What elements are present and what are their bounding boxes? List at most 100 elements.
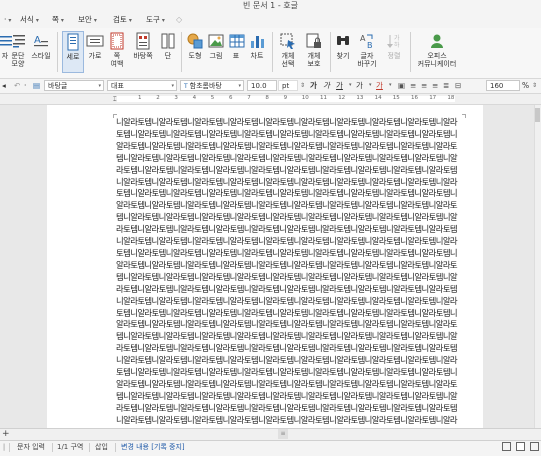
distribute-icon[interactable]: ≣ (443, 80, 449, 91)
vertical-page-icon (67, 33, 79, 51)
line-spacing-unit: % (522, 81, 530, 90)
page-corner-mark (462, 114, 466, 118)
ribbon-separator (181, 32, 182, 72)
vertical-scrollbar[interactable] (534, 105, 541, 428)
ribbon-master-page-button[interactable]: 바탕쪽 (130, 32, 156, 60)
align-justify-icon[interactable]: ▣ (398, 80, 405, 91)
align-right-icon[interactable]: ≡ (421, 80, 427, 91)
style-list-icon[interactable]: ▤ (33, 80, 40, 91)
status-input-mode[interactable]: 문자 입력 (17, 441, 45, 454)
ruler-number: 11 (320, 95, 327, 101)
office-communicator-icon (431, 34, 443, 48)
status-insert-mode[interactable]: 삽입 (95, 441, 108, 454)
ribbon-vertical-button[interactable]: 세로 (62, 31, 84, 73)
ribbon-separator (330, 32, 331, 72)
document-body-text[interactable]: 니알라토템니알라토템니알라토템니알라토템니알라토템니알라토템니알라토템니알라토템… (116, 117, 460, 426)
ribbon-picture-button[interactable]: 그림 (207, 32, 225, 60)
status-separator (9, 443, 10, 452)
status-separator (52, 443, 53, 452)
underline-dropdown-icon[interactable]: ▾ (349, 80, 352, 91)
horizontal-page-icon (86, 35, 104, 47)
menu-item-tools[interactable]: 도구 ▾ (146, 12, 165, 28)
ribbon-page-margin-button[interactable]: 쪽 여백 (107, 32, 127, 68)
ruler-number: 1 (138, 95, 142, 101)
paragraph-shape-icon (13, 35, 25, 48)
status-page-indicator: | (2, 443, 6, 451)
ruler-number: 10 (301, 95, 309, 101)
page-margin-icon (110, 32, 124, 50)
ruler-number: 4 (192, 95, 197, 101)
font-size-unit-select[interactable]: pt (278, 80, 298, 91)
line-spacing-stepper-icon[interactable]: ⇕ (532, 80, 537, 91)
status-track-changes[interactable]: 변경 내용 [기록 중지] (121, 441, 185, 454)
vertical-scroll-thumb[interactable] (535, 108, 540, 122)
ruler-number: 3 (174, 95, 178, 101)
ruler-number: 15 (392, 95, 400, 101)
italic-button[interactable]: 가 (323, 80, 330, 91)
superscript-dropdown-icon[interactable]: ▾ (369, 80, 372, 91)
ruler-number: 12 (338, 95, 346, 101)
status-separator (89, 443, 90, 452)
font-size-stepper-icon[interactable]: ⇕ (300, 80, 305, 91)
line-spacing-field[interactable]: 160 (486, 80, 520, 91)
sort-icon: 가하 (387, 34, 400, 49)
superscript-button[interactable]: 가 (356, 80, 363, 91)
column-icon (161, 33, 175, 49)
ribbon-object-select-button[interactable]: 개체 선택 (277, 32, 299, 68)
format-divider: · (24, 81, 27, 90)
menu-item-prev[interactable]: · ▾ (4, 12, 11, 28)
bold-button[interactable]: 가 (310, 80, 317, 91)
svg-text:가: 가 (394, 34, 400, 42)
ribbon-sort-button[interactable]: 가하 정렬 (385, 32, 403, 60)
view-outline-icon[interactable] (530, 442, 539, 451)
menu-item-page[interactable]: 쪽 ▾ (52, 12, 64, 28)
svg-text:A: A (34, 35, 41, 46)
horizontal-scroll-icon[interactable]: ≡ (278, 429, 288, 439)
undo-icon[interactable]: ↶ (14, 80, 20, 91)
font-select[interactable]: T 함초롬바탕 ▾ (180, 80, 244, 91)
object-select-icon (280, 33, 295, 49)
indent-marker-icon[interactable]: ⌶ (113, 96, 119, 103)
ruler-number: 17 (429, 95, 437, 101)
format-prev-arrow-icon[interactable]: ◂ (2, 80, 6, 91)
truetype-icon: T (184, 83, 188, 90)
svg-text:B: B (367, 41, 373, 50)
svg-text:하: 하 (394, 41, 400, 49)
ruler-number: 7 (247, 95, 251, 101)
find-icon (337, 36, 349, 45)
status-separator (115, 443, 116, 452)
ribbon-column-button[interactable]: 단 (159, 32, 177, 60)
ribbon-office-communicator-button[interactable]: 오피스 커뮤니케이터 (412, 32, 462, 68)
ribbon-horizontal-button[interactable]: 가로 (86, 32, 104, 60)
underline-button[interactable]: 가 (336, 80, 343, 91)
add-tab-button[interactable]: + (2, 428, 10, 440)
font-size-field[interactable]: 10.0 (247, 80, 277, 91)
font-color-button[interactable]: 가 (376, 80, 383, 91)
ruler-number: 9 (283, 95, 288, 101)
menu-item-format[interactable]: 서식 ▾ (20, 12, 39, 28)
table-icon (229, 34, 245, 48)
style-select[interactable]: 바탕글 ▾ (44, 80, 104, 91)
chevron-down-icon: ▾ (238, 83, 241, 89)
quick-access-icon[interactable]: ◇ (176, 15, 186, 25)
split-icon[interactable]: ⊟ (455, 80, 461, 91)
ribbon-style-button[interactable]: A 스타일 (30, 32, 52, 60)
status-section[interactable]: 1/1 구역 (57, 441, 83, 454)
font-color-dropdown-icon[interactable]: ▾ (389, 80, 392, 91)
chart-icon (251, 36, 264, 48)
chevron-down-icon: ▾ (171, 83, 174, 89)
language-select[interactable]: 대표 ▾ (107, 80, 177, 91)
menu-item-security[interactable]: 보안 ▾ (78, 12, 97, 28)
ribbon-table-button[interactable]: 표 (228, 32, 245, 60)
ribbon-shape-button[interactable]: 도형 (186, 32, 204, 60)
ribbon-object-protect-button[interactable]: 개체 보호 (302, 32, 326, 68)
view-normal-icon[interactable] (502, 442, 511, 451)
ribbon-paragraph-shape-button[interactable]: 문단 모양 (10, 32, 26, 68)
align-center-icon[interactable]: ≡ (432, 80, 438, 91)
menu-item-review[interactable]: 검토 ▾ (113, 12, 132, 28)
view-page-icon[interactable] (516, 442, 525, 451)
align-left-icon[interactable]: ≡ (410, 80, 416, 91)
ribbon-find-button[interactable]: 찾기 (334, 32, 352, 60)
ribbon-chart-button[interactable]: 차트 (247, 32, 267, 60)
ribbon-replace-button[interactable]: AB 글자 바꾸기 (355, 32, 379, 68)
